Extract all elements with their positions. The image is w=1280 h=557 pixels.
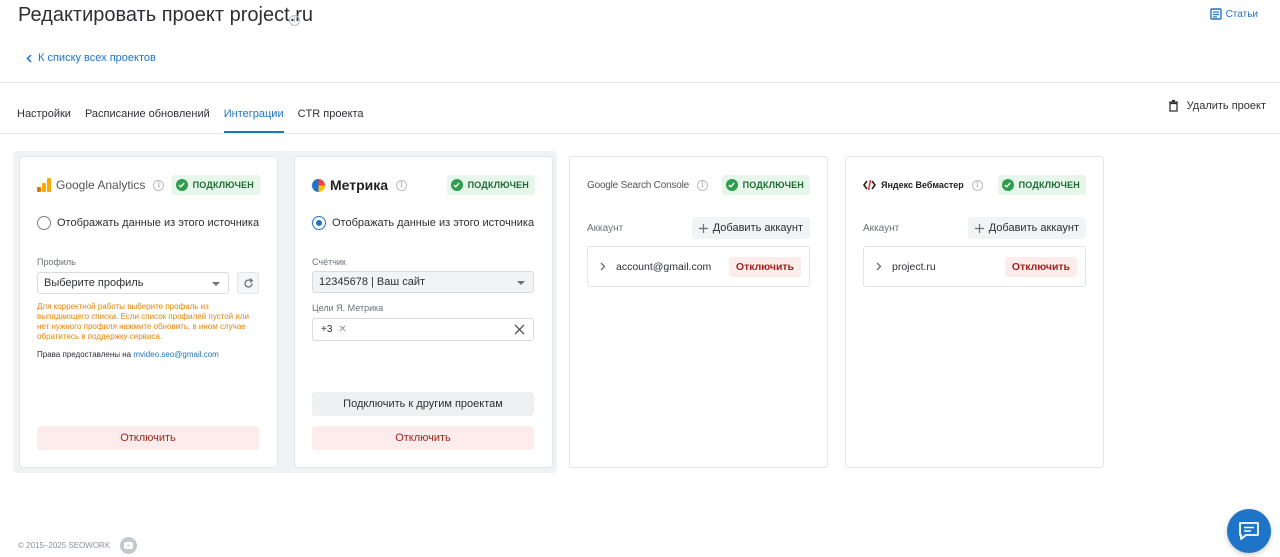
account-email: account@gmail.com — [616, 260, 712, 273]
back-to-projects-link[interactable]: К списку всех проектов — [26, 52, 156, 64]
card-name: Яндекс Вебмастер — [881, 180, 964, 190]
delete-project-label: Удалить проект — [1186, 100, 1266, 112]
articles-label: Статьи — [1225, 8, 1258, 20]
tab-ctr[interactable]: CTR проекта — [298, 84, 364, 133]
footer: © 2015–2025 SEOWORK — [18, 537, 138, 554]
chevron-left-icon — [26, 53, 32, 63]
chevron-right-icon[interactable] — [876, 262, 882, 271]
support-chat-button[interactable] — [1227, 509, 1271, 553]
chip-remove-icon[interactable]: ✕ — [338, 324, 346, 335]
check-icon — [1001, 179, 1014, 191]
articles-link[interactable]: Статьи — [1209, 8, 1258, 20]
status-label: ПОДКЛЮЧЕН — [742, 180, 804, 190]
goals-label: Цели Я. Метрика — [312, 303, 384, 313]
google-analytics-card: Google Analytics i ПОДКЛЮЧЕН Отображать … — [19, 156, 278, 468]
status-label: ПОДКЛЮЧЕН — [192, 180, 254, 190]
card-name: Google Search Console — [587, 179, 689, 191]
status-label: ПОДКЛЮЧЕН — [1018, 180, 1080, 190]
tab-schedule[interactable]: Расписание обновлений — [85, 84, 210, 133]
articles-icon — [1209, 8, 1222, 20]
counter-label: Счётчик — [312, 257, 346, 267]
webmaster-icon — [863, 179, 876, 191]
caret-down-icon — [212, 282, 220, 286]
check-icon — [175, 179, 188, 191]
caret-down-icon — [517, 281, 525, 285]
info-icon[interactable]: i — [971, 179, 983, 191]
profile-label: Профиль — [37, 257, 76, 267]
tab-bar: Настройки Расписание обновлений Интеграц… — [17, 84, 364, 134]
add-account-button[interactable]: Добавить аккаунт — [691, 217, 810, 239]
chat-icon — [1239, 522, 1259, 540]
add-account-label: Добавить аккаунт — [712, 222, 803, 234]
profile-select[interactable]: Выберите профиль — [37, 272, 229, 294]
status-badge: ПОДКЛЮЧЕН — [446, 175, 535, 195]
account-label: Аккаунт — [587, 223, 624, 234]
rights-prefix: Права предоставлены на — [37, 350, 132, 359]
disconnect-button[interactable]: Отключить — [37, 426, 259, 450]
connect-other-projects-button[interactable]: Подключить к другим проектам — [312, 392, 534, 416]
refresh-profiles-button[interactable] — [237, 272, 259, 294]
profile-select-value: Выберите профиль — [44, 277, 144, 289]
add-account-label: Добавить аккаунт — [988, 222, 1079, 234]
refresh-icon — [243, 277, 253, 288]
counter-select-value: 12345678 | Ваш сайт — [319, 276, 426, 288]
counter-select[interactable]: 12345678 | Ваш сайт — [312, 271, 534, 293]
info-icon[interactable]: i — [396, 179, 408, 191]
add-account-button[interactable]: Добавить аккаунт — [967, 217, 1086, 239]
copyright: © 2015–2025 SEOWORK — [18, 541, 111, 550]
status-badge: ПОДКЛЮЧЕН — [721, 175, 810, 195]
status-label: ПОДКЛЮЧЕН — [467, 180, 529, 190]
metrika-logo: Метрика — [312, 177, 388, 193]
show-data-radio[interactable]: Отображать данные из этого источника — [37, 216, 259, 230]
radio-button[interactable] — [37, 216, 51, 230]
info-icon[interactable]: i — [153, 179, 165, 191]
page-header: Редактировать проект project.ru i Статьи… — [0, 0, 1280, 83]
page-title: Редактировать проект project.ru — [18, 4, 313, 26]
radio-button[interactable] — [312, 216, 326, 230]
plus-icon — [698, 223, 708, 233]
card-name: Google Analytics — [56, 178, 146, 192]
info-icon[interactable]: i — [696, 179, 708, 191]
search-console-logo: Google Search Console — [587, 180, 689, 191]
yandex-webmaster-card: Яндекс Вебмастер i ПОДКЛЮЧЕН Аккаунт Доб… — [845, 156, 1104, 468]
back-link-label: К списку всех проектов — [38, 52, 156, 64]
goals-chip: +3 — [321, 324, 333, 335]
google-search-console-card: Google Search Console i ПОДКЛЮЧЕН Аккаун… — [569, 156, 828, 468]
plus-icon — [974, 223, 984, 233]
chevron-right-icon[interactable] — [600, 262, 606, 271]
account-row: account@gmail.com Отключить — [587, 246, 810, 287]
google-analytics-icon — [37, 178, 51, 192]
tab-integrations[interactable]: Интеграции — [223, 84, 284, 133]
title-info-icon[interactable]: i — [289, 9, 300, 27]
yandex-metrika-card: Метрика i ПОДКЛЮЧЕН Отображать данные из… — [294, 156, 553, 468]
show-data-radio[interactable]: Отображать данные из этого источника — [312, 216, 534, 230]
tabs-divider — [0, 133, 1280, 134]
status-badge: ПОДКЛЮЧЕН — [171, 175, 260, 195]
account-label: Аккаунт — [863, 223, 900, 234]
goals-multiselect[interactable]: +3 ✕ — [312, 318, 534, 341]
disconnect-button[interactable]: Отключить — [312, 426, 534, 450]
disconnect-button[interactable]: Отключить — [728, 256, 801, 277]
clear-icon[interactable] — [514, 324, 525, 335]
profile-hint: Для корректной работы выберите профиль и… — [37, 302, 249, 341]
trash-icon — [1168, 100, 1178, 112]
card-name: Метрика — [330, 177, 389, 193]
rights-info: Права предоставлены на mvideo.seo@gmail.… — [37, 350, 219, 359]
metrika-icon — [312, 178, 325, 192]
disconnect-button[interactable]: Отключить — [1004, 256, 1077, 277]
check-icon — [725, 179, 738, 191]
status-badge: ПОДКЛЮЧЕН — [997, 175, 1086, 195]
google-analytics-logo: Google Analytics — [37, 178, 145, 192]
tab-settings[interactable]: Настройки — [17, 84, 71, 133]
check-icon — [450, 179, 463, 191]
radio-label: Отображать данные из этого источника — [57, 217, 260, 229]
account-site: project.ru — [892, 260, 936, 273]
webmaster-logo: Яндекс Вебмастер — [863, 179, 964, 191]
rights-email-link[interactable]: mvideo.seo@gmail.com — [133, 350, 218, 359]
delete-project-button[interactable]: Удалить проект — [1168, 100, 1266, 112]
youtube-icon[interactable] — [120, 537, 138, 554]
account-row: project.ru Отключить — [863, 246, 1086, 287]
radio-label: Отображать данные из этого источника — [332, 217, 535, 229]
